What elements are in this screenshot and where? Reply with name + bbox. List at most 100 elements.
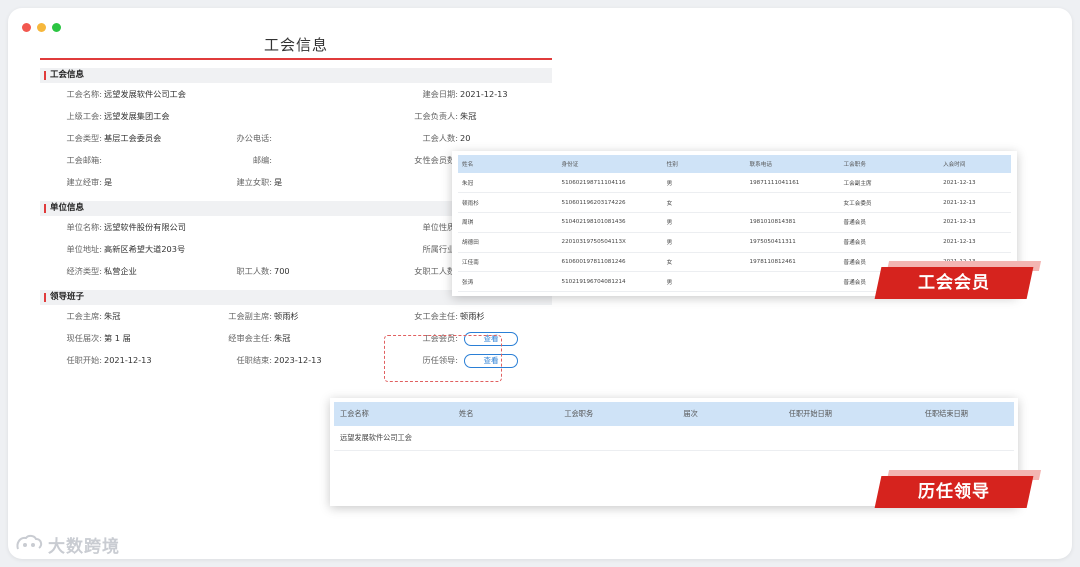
form-field: 工会名称: 远望发展软件公司工会	[40, 83, 186, 105]
table-row[interactable]: 顿雨杉 510601196203174226 女 女工会委员 2021-12-13	[458, 192, 1011, 214]
field-value: 朱冠	[460, 111, 477, 121]
table-cell: 22010319750504113X	[557, 232, 663, 253]
table-cell: 2021-12-13	[939, 173, 1011, 194]
table-cell: 男	[662, 212, 746, 233]
form-field: 建立女职: 是	[190, 171, 282, 193]
leaders-tag: 历任领导	[874, 476, 1034, 508]
section-header: 工会信息	[40, 68, 552, 83]
field-label: 邮编:	[252, 155, 272, 165]
form-row: 工会类型: 基层工会委员会 办公电话: 工会人数: 20	[40, 127, 552, 149]
field-label: 建立经审:	[66, 177, 102, 187]
field-value: 顿雨杉	[460, 311, 485, 321]
column-header: 工会名称	[334, 402, 453, 426]
table-cell	[745, 271, 840, 293]
form-field: 工会类型: 基层工会委员会	[40, 127, 161, 149]
field-label: 工会类型:	[66, 133, 102, 143]
form-field: 工会主席: 朱冠	[40, 305, 120, 327]
field-label: 上级工会:	[66, 111, 102, 121]
form-field: 建立经审: 是	[40, 171, 112, 193]
watermark: 大数跨境	[14, 530, 120, 558]
field-value: 顿雨杉	[274, 311, 299, 321]
form-field: 任职开始: 2021-12-13	[40, 349, 152, 371]
table-cell: 510602198711104116	[557, 173, 663, 194]
form-field: 工会邮箱:	[40, 149, 104, 171]
table-cell: 1975050411311	[745, 232, 840, 253]
table-cell: 男	[662, 232, 746, 253]
form-field: 上级工会: 远望发展集团工会	[40, 105, 170, 127]
field-value: 基层工会委员会	[104, 133, 162, 143]
column-header: 身份证	[557, 155, 663, 173]
highlight-box	[384, 335, 502, 382]
table-cell: 2021-12-13	[939, 232, 1011, 253]
table-cell: 610600197811081246	[557, 252, 663, 273]
column-header: 任职结束日期	[918, 402, 1014, 426]
field-value: 20	[460, 133, 471, 143]
field-value: 是	[274, 177, 283, 187]
table-cell: 510219196704081214	[557, 271, 663, 293]
logo-icon	[14, 533, 44, 555]
field-value: 朱冠	[274, 333, 291, 343]
field-label: 所属行业:	[422, 244, 458, 254]
close-window-dot[interactable]	[22, 23, 31, 32]
column-header: 届次	[677, 402, 783, 426]
field-value: 是	[104, 177, 113, 187]
page-title: 工会信息	[40, 30, 552, 60]
field-value: 高新区希望大道203号	[104, 244, 186, 254]
form-field: 任职结束: 2023-12-13	[190, 349, 322, 371]
table-cell: 张涛	[458, 271, 558, 293]
column-header: 联系电话	[745, 155, 840, 173]
form-field: 单位名称: 远望软件股份有限公司	[40, 216, 186, 238]
form-field: 职工人数: 700	[190, 260, 289, 282]
field-value: 远望发展集团工会	[104, 111, 170, 121]
field-value: 2023-12-13	[274, 355, 322, 365]
column-header: 工会职务	[839, 155, 940, 173]
table-row[interactable]: 周琪 510402198101081436 男 1981010814381 普通会员 20…	[458, 212, 1011, 233]
field-label: 工会负责人:	[414, 111, 458, 121]
table-cell	[677, 426, 783, 451]
form-field: 工会人数: 20	[340, 127, 470, 149]
field-value: 2021-12-13	[104, 355, 152, 365]
table-cell: 2021-12-13	[939, 192, 1011, 214]
form-field: 建会日期: 2021-12-13	[340, 83, 507, 105]
watermark-text: 大数跨境	[48, 536, 120, 557]
table-row[interactable]: 胡德田 22010319750504113X 男 1975050411311 普通会员 2…	[458, 232, 1011, 253]
field-label: 女职工人数:	[414, 266, 458, 276]
column-header: 姓名	[458, 155, 558, 173]
table-cell: 胡德田	[458, 232, 558, 253]
field-value: 远望发展软件公司工会	[104, 89, 186, 99]
field-label: 女工会主任:	[414, 311, 458, 321]
table-cell: 510601196203174226	[557, 192, 663, 214]
column-header: 姓名	[453, 402, 559, 426]
field-label: 任职结束:	[236, 355, 272, 365]
column-header: 任职开始日期	[782, 402, 919, 426]
table-cell: 远望发展软件公司工会	[334, 426, 453, 451]
table-row[interactable]: 远望发展软件公司工会	[334, 426, 1014, 451]
members-tag: 工会会员	[874, 267, 1034, 299]
form-field: 邮编:	[190, 149, 274, 171]
field-value: 第 1 届	[104, 333, 131, 343]
table-cell: 女工会委员	[839, 192, 940, 214]
table-row[interactable]: 朱冠 510602198711104116 男 19871111041161 工会副主席…	[458, 173, 1011, 194]
form-field: 现任届次: 第 1 届	[40, 327, 131, 349]
form-row: 工会名称: 远望发展软件公司工会 建会日期: 2021-12-13	[40, 83, 552, 105]
form-field: 工会副主席: 顿雨杉	[190, 305, 299, 327]
form-field: 经济类型: 私营企业	[40, 260, 136, 282]
field-label: 单位名称:	[66, 222, 102, 232]
table-cell: 男	[662, 173, 746, 194]
column-header: 工会职务	[558, 402, 678, 426]
table-cell	[918, 426, 1014, 451]
field-label: 单位性质:	[422, 222, 458, 232]
table-cell: 朱冠	[458, 173, 558, 194]
field-label: 办公电话:	[236, 133, 272, 143]
field-label: 工会副主席:	[228, 311, 272, 321]
table-cell: 2021-12-13	[939, 212, 1011, 233]
field-value: 远望软件股份有限公司	[104, 222, 186, 232]
table-cell	[453, 426, 559, 451]
table-cell	[782, 426, 919, 451]
form-field: 女工会主任: 顿雨杉	[340, 305, 485, 327]
table-cell: 普通会员	[839, 232, 940, 253]
field-label: 女性会员数:	[414, 155, 458, 165]
form-field: 单位地址: 高新区希望大道203号	[40, 238, 185, 260]
field-label: 经济类型:	[66, 266, 102, 276]
table-cell: 男	[662, 271, 746, 293]
